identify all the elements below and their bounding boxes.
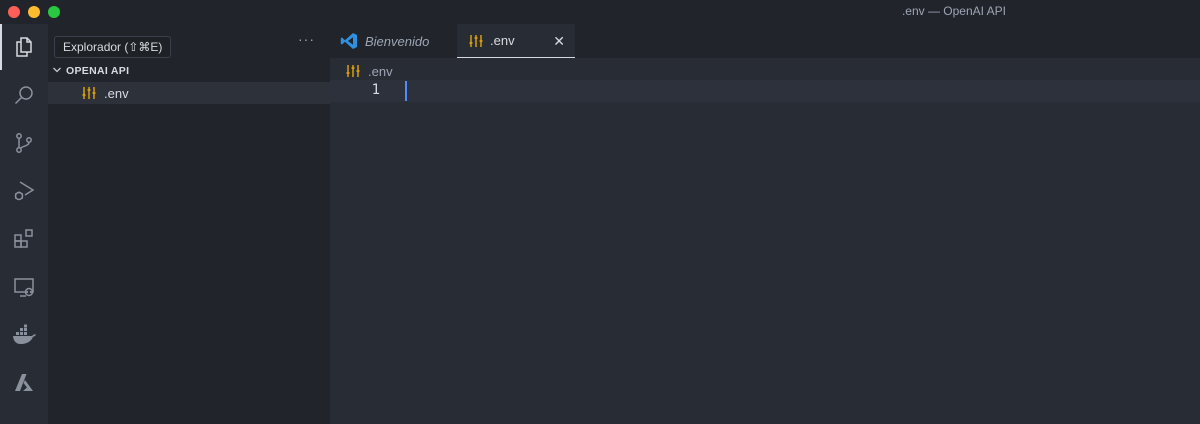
activity-source-control[interactable] [0, 120, 48, 166]
breadcrumb[interactable]: .env [346, 62, 393, 80]
tab-bar: Bienvenido .env ✕ [330, 24, 1200, 58]
vscode-icon [340, 33, 357, 49]
activity-docker[interactable] [0, 312, 48, 358]
activity-extensions[interactable] [0, 216, 48, 262]
files-icon [16, 37, 32, 57]
current-line-highlight [330, 80, 1200, 102]
text-cursor[interactable] [405, 81, 407, 101]
folder-label: OPENAI API [66, 65, 130, 77]
activity-search[interactable] [0, 72, 48, 118]
editor-area: Bienvenido .env ✕ .env 1 [330, 24, 1200, 424]
explorer-tooltip: Explorador (⇧⌘E) [54, 36, 172, 58]
folder-header[interactable]: OPENAI API [48, 60, 330, 82]
explorer-sidebar: ··· OPENAI API .env [48, 24, 330, 424]
breadcrumb-label: .env [368, 63, 393, 79]
more-actions-button[interactable]: ··· [298, 31, 315, 47]
settings-file-icon [346, 65, 360, 77]
file-label: .env [104, 85, 129, 101]
extensions-icon [14, 229, 33, 248]
tab-label: .env [490, 33, 515, 48]
docker-icon [13, 324, 36, 344]
title-bar: .env — OpenAI API [0, 0, 1200, 24]
tab-label: Bienvenido [365, 33, 430, 49]
activity-remote-explorer[interactable] [0, 264, 48, 310]
file-item[interactable]: .env [48, 82, 330, 104]
remote-explorer-icon [14, 278, 34, 297]
run-debug-icon [14, 181, 35, 201]
activity-bar [0, 24, 48, 424]
settings-file-icon [469, 34, 483, 47]
window-title: .env — OpenAI API [901, 4, 1006, 18]
tab-welcome[interactable]: Bienvenido [330, 24, 457, 58]
activity-run-debug[interactable] [0, 168, 48, 214]
chevron-down-icon [48, 65, 66, 78]
source-control-icon [16, 133, 32, 153]
activity-explorer[interactable] [0, 24, 48, 70]
azure-icon [15, 374, 33, 391]
tab-env[interactable]: .env ✕ [457, 24, 575, 58]
settings-file-icon [82, 87, 96, 99]
close-icon[interactable]: ✕ [553, 33, 565, 50]
search-icon [14, 86, 33, 105]
activity-azure[interactable] [0, 360, 48, 406]
line-number: 1 [371, 82, 380, 98]
